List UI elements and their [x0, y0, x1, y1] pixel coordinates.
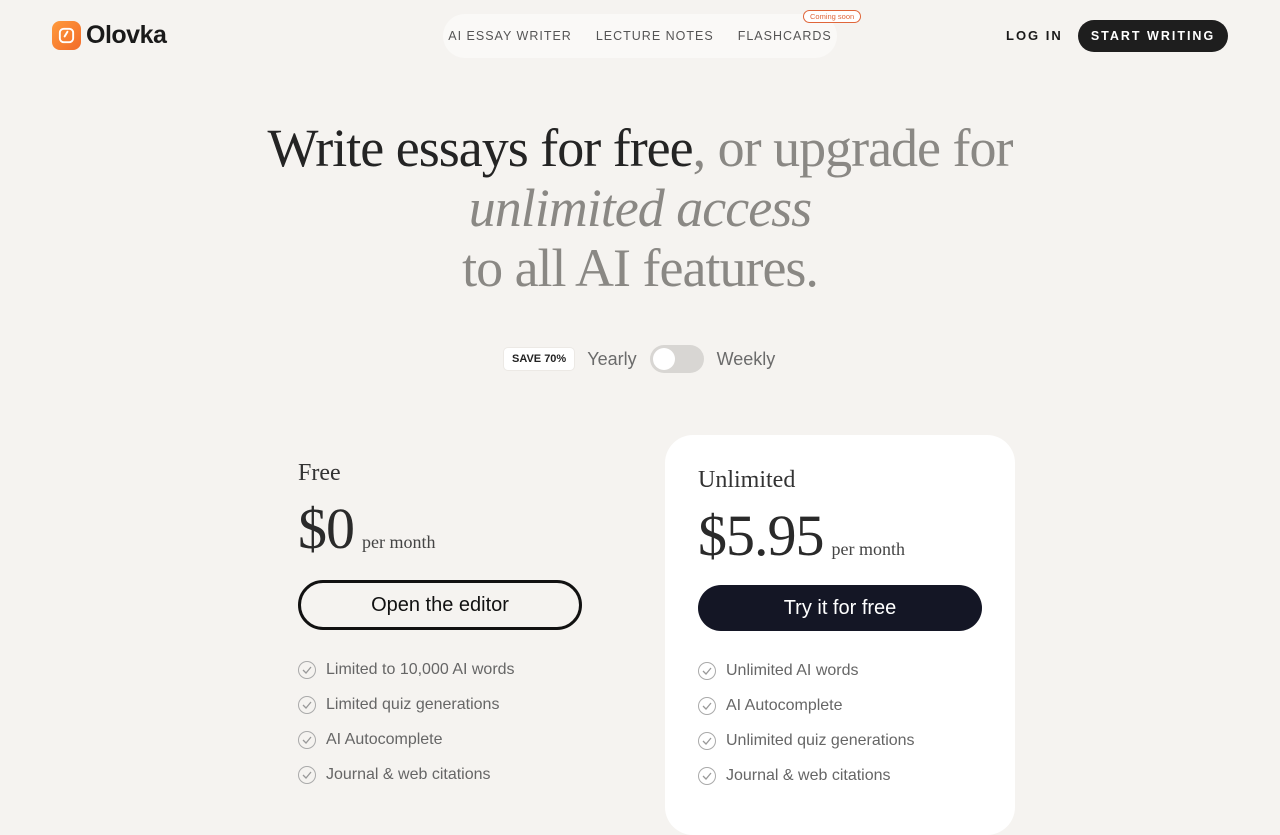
feature-item: Unlimited quiz generations	[698, 723, 982, 758]
billing-period-toggle[interactable]	[649, 345, 704, 373]
feature-list: Unlimited AI words AI Autocomplete Unlim…	[698, 653, 982, 793]
login-link[interactable]: LOG IN	[1006, 28, 1063, 43]
nav-ai-essay-writer[interactable]: AI ESSAY WRITER	[448, 29, 572, 43]
olovka-logo-icon	[52, 21, 81, 50]
feature-label: AI Autocomplete	[326, 730, 443, 748]
price-row: $0 per month	[298, 495, 582, 562]
check-icon	[698, 731, 716, 750]
feature-label: Journal & web citations	[326, 765, 491, 783]
check-icon	[698, 661, 716, 680]
weekly-label[interactable]: Weekly	[717, 349, 776, 370]
plan-price: $5.95	[698, 503, 824, 568]
nav-lecture-notes[interactable]: LECTURE NOTES	[596, 29, 714, 43]
feature-label: AI Autocomplete	[726, 696, 843, 714]
coming-soon-badge: Coming soon	[803, 10, 862, 23]
feature-item: AI Autocomplete	[298, 722, 582, 757]
feature-item: Limited to 10,000 AI words	[298, 652, 582, 687]
plan-name: Free	[298, 460, 341, 486]
hero-heading: Write essays for free, or upgrade for un…	[240, 118, 1040, 298]
plan-price: $0	[298, 496, 355, 561]
open-editor-button[interactable]: Open the editor	[298, 580, 582, 630]
feature-item: Journal & web citations	[698, 758, 982, 793]
logo[interactable]: Olovka	[52, 21, 167, 50]
price-period: per month	[831, 539, 906, 559]
plan-card-unlimited: Unlimited $5.95 per month Try it for fre…	[665, 435, 1015, 835]
hero-text-part2: , or upgrade for	[692, 118, 1014, 178]
yearly-label[interactable]: Yearly	[587, 349, 636, 370]
feature-item: Journal & web citations	[298, 757, 582, 792]
billing-toggle-row: SAVE 70% Yearly Weekly	[504, 345, 775, 373]
check-icon	[698, 696, 716, 715]
toggle-knob	[652, 348, 675, 370]
main-nav: AI ESSAY WRITER LECTURE NOTES FLASHCARDS	[443, 14, 837, 58]
nav-flashcards[interactable]: FLASHCARDS	[738, 29, 832, 43]
check-icon	[298, 765, 316, 784]
check-icon	[298, 660, 316, 679]
feature-label: Unlimited quiz generations	[726, 731, 915, 749]
feature-label: Journal & web citations	[726, 766, 891, 784]
try-free-button[interactable]: Try it for free	[698, 585, 982, 631]
check-icon	[298, 695, 316, 714]
price-row: $5.95 per month	[698, 502, 982, 569]
feature-list: Limited to 10,000 AI words Limited quiz …	[298, 652, 582, 792]
logo-text: Olovka	[86, 21, 167, 49]
check-icon	[298, 730, 316, 749]
plan-name: Unlimited	[698, 467, 796, 493]
save-badge: SAVE 70%	[504, 348, 575, 370]
feature-label: Limited quiz generations	[326, 695, 500, 713]
price-period: per month	[362, 532, 436, 552]
feature-item: AI Autocomplete	[698, 688, 982, 723]
plan-card-free: Free $0 per month Open the editor Limite…	[298, 460, 582, 792]
check-icon	[698, 766, 716, 785]
start-writing-button[interactable]: START WRITING	[1078, 20, 1228, 52]
hero-text-emphasis: unlimited access	[468, 178, 812, 238]
feature-item: Limited quiz generations	[298, 687, 582, 722]
feature-item: Unlimited AI words	[698, 653, 982, 688]
hero-text-part4: to all AI features.	[462, 238, 819, 298]
feature-label: Limited to 10,000 AI words	[326, 660, 515, 678]
hero-text-part1: Write essays for free	[267, 118, 694, 178]
feature-label: Unlimited AI words	[726, 661, 859, 679]
